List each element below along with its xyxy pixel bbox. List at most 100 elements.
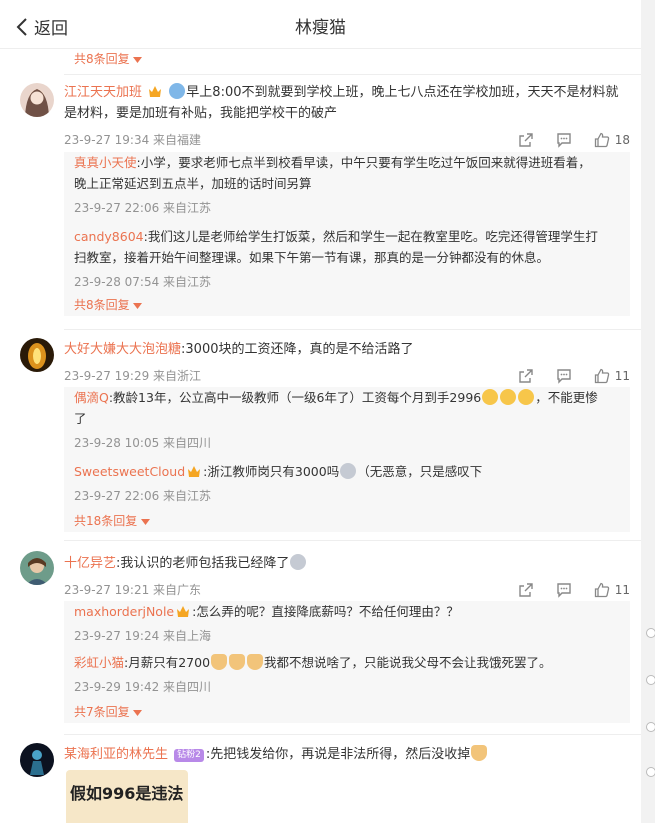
username[interactable]: SweetsweetCloud xyxy=(74,464,185,479)
divider xyxy=(64,329,641,330)
reply-text: 彩虹小猫:月薪只有2700 我都不想说啥了，只能说我父母不会让我饿死罢了。 xyxy=(74,652,620,673)
username[interactable]: 十亿异艺 xyxy=(64,556,116,571)
comment-icon xyxy=(557,369,571,384)
comment-button[interactable] xyxy=(556,582,572,598)
comment: 大好大嫌大大泡泡糖:3000块的工资还降，真的是不给活路了 23-9-27 19… xyxy=(64,339,630,386)
image-thumbnail[interactable]: 假如996是违法 xyxy=(66,770,188,823)
avatar[interactable] xyxy=(20,551,54,585)
like-icon xyxy=(594,132,609,148)
reply-line: :我们这儿是老师给学生打饭菜，然后和学生一起在教室里吃。吃完还得管理学生打 xyxy=(143,229,598,244)
reply-line: 了 xyxy=(74,411,87,426)
share-icon xyxy=(519,583,533,597)
comment-line: :3000块的工资还降，真的是不给活路了 xyxy=(181,342,414,357)
comment-actions: 11 xyxy=(496,366,630,386)
reply-line: ，不能更惨 xyxy=(535,390,598,405)
crown-badge-icon xyxy=(149,86,162,97)
reply-line: :怎么弄的呢？直接降底薪吗？不给任何理由？？ xyxy=(192,604,459,619)
avatar[interactable] xyxy=(20,83,54,117)
username[interactable]: 大好大嫌大大泡泡糖 xyxy=(64,342,181,357)
emoji-icon xyxy=(290,554,307,570)
more-replies-link[interactable]: 共7条回复 xyxy=(64,701,630,723)
comment-icon xyxy=(557,583,571,598)
divider xyxy=(64,540,641,541)
top-bar: 返回 林瘦猫 xyxy=(0,0,641,49)
reply: 彩虹小猫:月薪只有2700 我都不想说啥了，只能说我父母不会让我饿死罢了。 23-… xyxy=(64,652,630,697)
reply-line: 扫教室，接着开始午间整理课。如果下午第一节有课，那真的是一分钟都没有的休息。 xyxy=(74,250,550,265)
reply-text: 偶滴Q:教龄13年，公立高中一级教师（一级6年了）工资每个月到手2996 ，不能更… xyxy=(74,387,620,429)
reply-list: 真真小天使:小学，要求老师七点半到校看早读，中午只要有学生吃过午饭回来就得进班看… xyxy=(64,152,630,316)
reply-line: 我都不想说啥了，只能说我父母不会让我饿死罢了。 xyxy=(264,655,552,670)
timestamp: 23-9-28 07:54 来自江苏 xyxy=(74,275,212,289)
reply: maxhorderjNole:怎么弄的呢？直接降底薪吗？不给任何理由？？ 23-… xyxy=(64,601,630,646)
divider xyxy=(64,734,641,735)
cat-emoji-icon xyxy=(471,745,488,761)
comment-meta: 23-9-27 19:34 来自福建 18 xyxy=(64,130,630,150)
timestamp: 23-9-28 10:05 来自四川 xyxy=(74,436,212,450)
side-indicator xyxy=(646,767,655,777)
caret-down-icon xyxy=(133,710,143,716)
comment-line: :我认识的老师包括我已经降了 xyxy=(116,556,290,571)
comment-button[interactable] xyxy=(556,132,572,148)
crown-badge-icon xyxy=(188,466,201,477)
username[interactable]: 某海利亚的林先生 xyxy=(64,747,168,762)
username[interactable]: candy8604 xyxy=(74,229,144,244)
timestamp: 23-9-27 19:34 来自福建 xyxy=(64,133,202,147)
reply-line: （无恶意，只是感叹下 xyxy=(357,464,483,479)
comment-button[interactable] xyxy=(556,368,572,384)
share-icon xyxy=(519,133,533,147)
emoji-icon xyxy=(518,389,535,405)
share-button[interactable] xyxy=(518,132,534,148)
username[interactable]: 偶滴Q xyxy=(74,390,109,405)
comment-text: 大好大嫌大大泡泡糖:3000块的工资还降，真的是不给活路了 xyxy=(64,339,630,360)
page-title: 林瘦猫 xyxy=(295,18,346,38)
divider xyxy=(64,74,641,75)
cat-emoji-icon xyxy=(211,654,228,670)
timestamp: 23-9-27 19:29 来自浙江 xyxy=(64,369,202,383)
reply-list: maxhorderjNole:怎么弄的呢？直接降底薪吗？不给任何理由？？ 23-… xyxy=(64,601,630,723)
reply-line: :月薪只有2700 xyxy=(124,655,211,670)
timestamp: 23-9-27 22:06 来自江苏 xyxy=(74,201,212,215)
comment-page: 返回 林瘦猫 共8条回复 江江天天加班 早上8:00不到就要到学校上班，晚上七八… xyxy=(0,0,641,823)
username[interactable]: 真真小天使 xyxy=(74,155,137,170)
comment-line: 是材料，要是加班有补贴，我能把学校干的破产 xyxy=(64,106,338,121)
comment-icon xyxy=(557,133,571,148)
comment-text: 江江天天加班 早上8:00不到就要到学校上班，晚上七八点还在学校加班，天天不是材… xyxy=(64,82,630,124)
comment-line: 早上8:00不到就要到学校上班，晚上七八点还在学校加班，天天不是材料就 xyxy=(186,85,619,100)
like-button[interactable]: 11 xyxy=(594,366,630,386)
caret-down-icon xyxy=(133,303,143,309)
caret-down-icon xyxy=(141,519,151,525)
share-button[interactable] xyxy=(518,582,534,598)
more-replies-label: 共7条回复 xyxy=(74,705,130,719)
comment-line: :先把钱发给你，再说是非法所得，然后没收掉 xyxy=(205,747,471,762)
like-button[interactable]: 11 xyxy=(594,580,630,600)
more-replies-link[interactable]: 共8条回复 xyxy=(64,294,630,316)
like-button[interactable]: 18 xyxy=(594,130,630,150)
more-replies-label: 共8条回复 xyxy=(74,52,130,66)
more-replies-link[interactable]: 共18条回复 xyxy=(64,510,630,532)
comment-meta: 23-9-27 19:21 来自广东 11 xyxy=(64,580,630,600)
username[interactable]: 江江天天加班 xyxy=(64,85,142,100)
like-icon xyxy=(594,582,609,598)
comment: 十亿异艺:我认识的老师包括我已经降了 23-9-27 19:21 来自广东 11 xyxy=(64,553,630,600)
caret-down-icon xyxy=(133,57,143,63)
like-icon xyxy=(594,368,609,384)
avatar[interactable] xyxy=(20,743,54,777)
username[interactable]: 彩虹小猫 xyxy=(74,655,124,670)
cat-emoji-icon xyxy=(229,654,246,670)
reply: SweetsweetCloud:浙江教师岗只有3000吗 （无恶意，只是感叹下 2… xyxy=(64,461,630,506)
reply-text: SweetsweetCloud:浙江教师岗只有3000吗 （无恶意，只是感叹下 xyxy=(74,461,620,482)
share-button[interactable] xyxy=(518,368,534,384)
username[interactable]: maxhorderjNole xyxy=(74,604,174,619)
side-indicator xyxy=(646,722,655,732)
cat-emoji-icon xyxy=(247,654,264,670)
reply: 偶滴Q:教龄13年，公立高中一级教师（一级6年了）工资每个月到手2996 ，不能更… xyxy=(64,387,630,453)
share-icon xyxy=(519,369,533,383)
emoji-icon xyxy=(500,389,517,405)
more-replies-link[interactable]: 共8条回复 xyxy=(74,50,143,67)
avatar[interactable] xyxy=(20,338,54,372)
more-replies-label: 共8条回复 xyxy=(74,298,130,312)
emoji-icon xyxy=(482,389,499,405)
reply-line: 晚上正常延迟到五点半，加班的话时间另算 xyxy=(74,176,312,191)
like-count: 18 xyxy=(614,133,630,147)
timestamp: 23-9-27 19:21 来自广东 xyxy=(64,583,202,597)
